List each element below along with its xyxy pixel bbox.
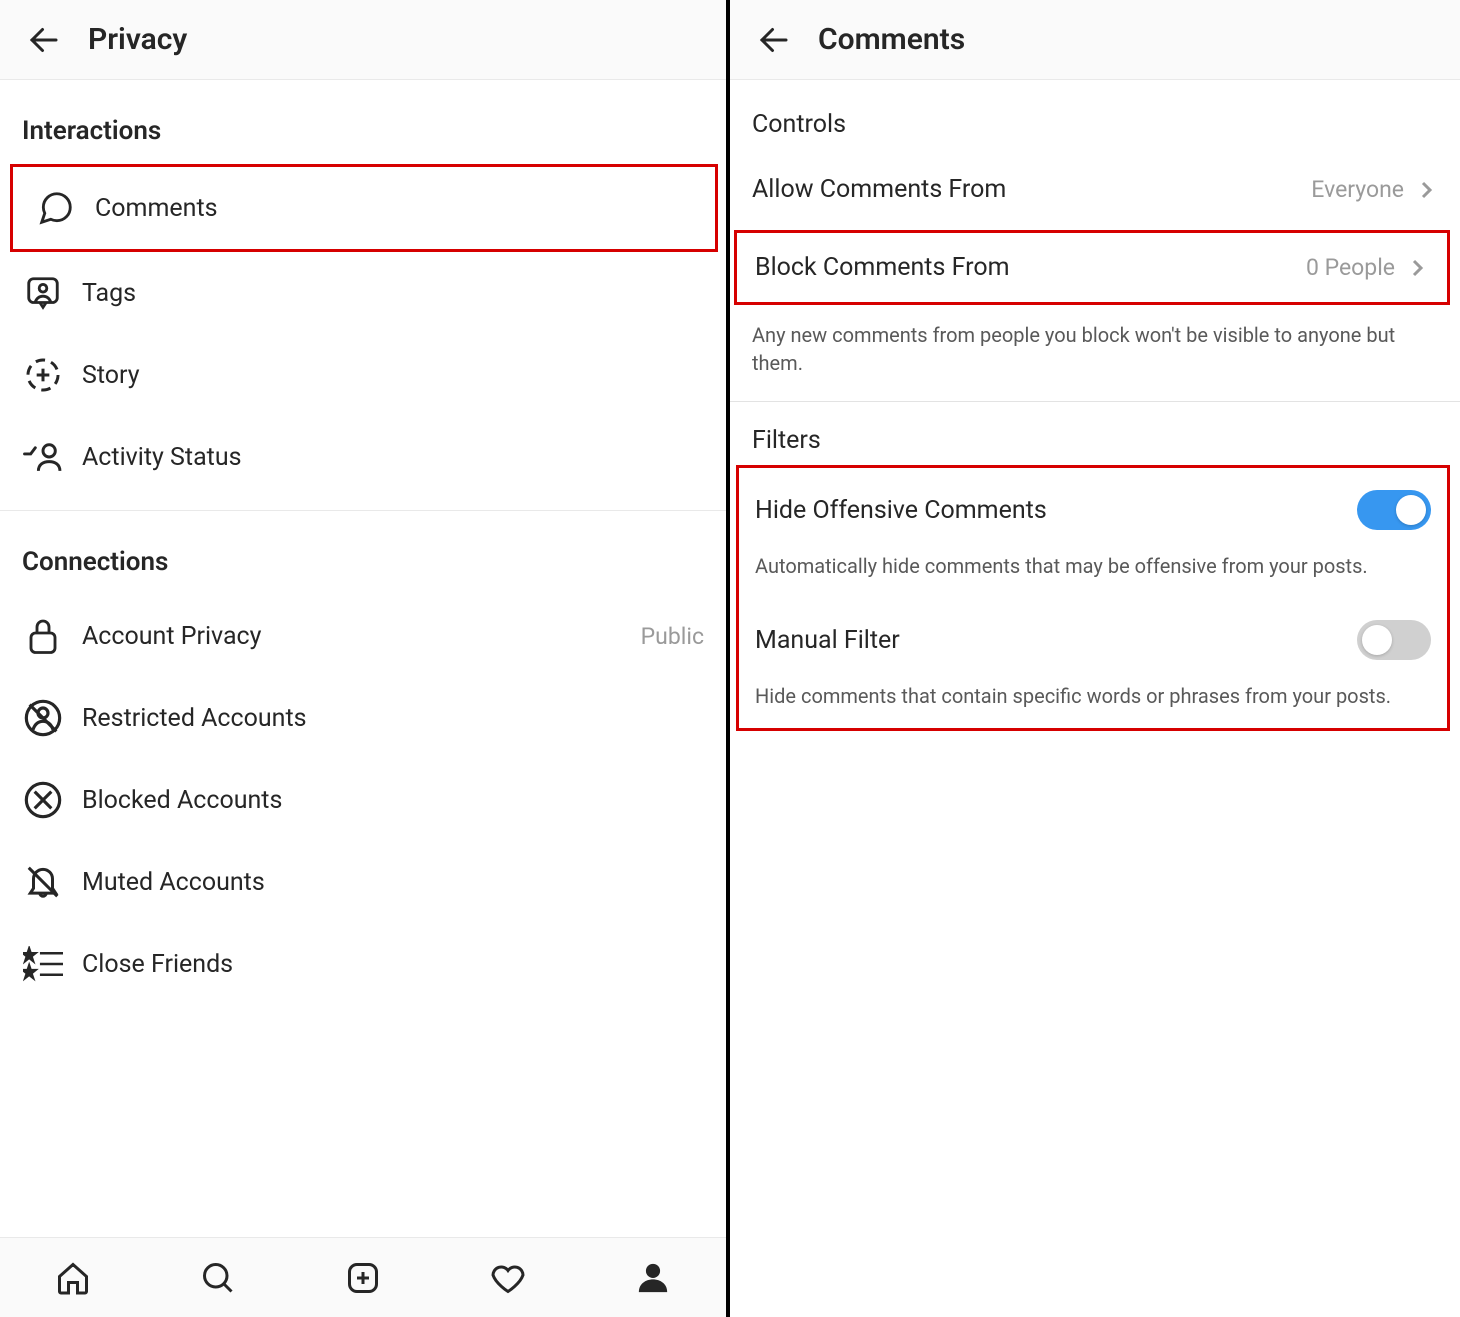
- muted-bell-icon: [24, 862, 62, 902]
- row-manual-filter: Manual Filter: [739, 604, 1447, 676]
- row-hide-offensive: Hide Offensive Comments: [739, 468, 1447, 546]
- blocked-icon: [23, 780, 63, 820]
- arrow-left-icon: [756, 22, 792, 58]
- row-tags-label: Tags: [82, 279, 704, 308]
- home-icon: [55, 1260, 91, 1296]
- row-blocked[interactable]: Blocked Accounts: [0, 759, 726, 841]
- section-controls-header: Controls: [730, 80, 1460, 149]
- add-post-icon: [345, 1260, 381, 1296]
- row-muted-label: Muted Accounts: [82, 868, 704, 897]
- row-blocked-label: Blocked Accounts: [82, 786, 704, 815]
- comments-screen: Comments Controls Allow Comments From Ev…: [730, 0, 1460, 1317]
- row-account-privacy-label: Account Privacy: [82, 622, 641, 651]
- header-bar-right: Comments: [730, 0, 1460, 80]
- privacy-screen: Privacy Interactions Comments Tags Story: [0, 0, 730, 1317]
- hide-offensive-label: Hide Offensive Comments: [755, 496, 1357, 525]
- privacy-content: Interactions Comments Tags Story: [0, 80, 726, 1237]
- row-comments-label: Comments: [95, 194, 693, 223]
- profile-icon: [636, 1260, 670, 1296]
- close-friends-list-icon: [23, 946, 63, 982]
- tab-profile[interactable]: [633, 1258, 673, 1298]
- block-comments-desc: Any new comments from people you block w…: [730, 305, 1460, 401]
- search-icon: [200, 1260, 236, 1296]
- row-account-privacy-value: Public: [641, 623, 704, 650]
- highlight-block-comments: Block Comments From 0 People: [734, 230, 1450, 305]
- hide-offensive-toggle[interactable]: [1357, 490, 1431, 530]
- chevron-right-icon: [1405, 256, 1429, 280]
- lock-icon: [25, 616, 61, 656]
- chevron-right-icon: [1414, 178, 1438, 202]
- tag-person-icon: [24, 274, 62, 312]
- header-bar: Privacy: [0, 0, 726, 80]
- page-title: Privacy: [88, 22, 187, 57]
- back-button-right[interactable]: [750, 16, 798, 64]
- manual-filter-label: Manual Filter: [755, 626, 1357, 655]
- manual-filter-desc: Hide comments that contain specific word…: [739, 676, 1447, 724]
- row-activity-status[interactable]: Activity Status: [0, 416, 726, 498]
- row-close-friends[interactable]: Close Friends: [0, 923, 726, 1005]
- row-close-friends-label: Close Friends: [82, 950, 704, 979]
- row-allow-label: Allow Comments From: [752, 175, 1311, 204]
- row-block-label: Block Comments From: [755, 253, 1306, 282]
- heart-icon: [489, 1260, 527, 1296]
- story-add-icon: [24, 356, 62, 394]
- tab-add[interactable]: [343, 1258, 383, 1298]
- row-muted[interactable]: Muted Accounts: [0, 841, 726, 923]
- row-activity-label: Activity Status: [82, 443, 704, 472]
- tab-activity[interactable]: [488, 1258, 528, 1298]
- row-block-comments[interactable]: Block Comments From 0 People: [737, 233, 1447, 302]
- back-button[interactable]: [20, 16, 68, 64]
- activity-status-icon: [23, 438, 63, 476]
- row-story[interactable]: Story: [0, 334, 726, 416]
- bottom-tab-bar: [0, 1237, 726, 1317]
- row-tags[interactable]: Tags: [0, 252, 726, 334]
- tab-search[interactable]: [198, 1258, 238, 1298]
- hide-offensive-desc: Automatically hide comments that may be …: [739, 546, 1447, 604]
- tab-home[interactable]: [53, 1258, 93, 1298]
- speech-bubble-icon: [37, 189, 75, 227]
- section-connections-header: Connections: [0, 511, 726, 595]
- row-restricted[interactable]: Restricted Accounts: [0, 677, 726, 759]
- row-block-value: 0 People: [1306, 254, 1395, 281]
- manual-filter-toggle[interactable]: [1357, 620, 1431, 660]
- row-account-privacy[interactable]: Account Privacy Public: [0, 595, 726, 677]
- highlight-comments: Comments: [10, 164, 718, 252]
- highlight-filters: Hide Offensive Comments Automatically hi…: [736, 465, 1450, 731]
- section-interactions-header: Interactions: [0, 80, 726, 164]
- section-filters-header: Filters: [730, 402, 1460, 465]
- row-restricted-label: Restricted Accounts: [82, 704, 704, 733]
- arrow-left-icon: [26, 22, 62, 58]
- row-allow-comments[interactable]: Allow Comments From Everyone: [730, 149, 1460, 230]
- page-title-right: Comments: [818, 22, 965, 57]
- comments-content: Controls Allow Comments From Everyone Bl…: [730, 80, 1460, 1317]
- restricted-icon: [23, 698, 63, 738]
- row-comments[interactable]: Comments: [13, 167, 715, 249]
- row-story-label: Story: [82, 361, 704, 390]
- row-allow-value: Everyone: [1311, 176, 1404, 203]
